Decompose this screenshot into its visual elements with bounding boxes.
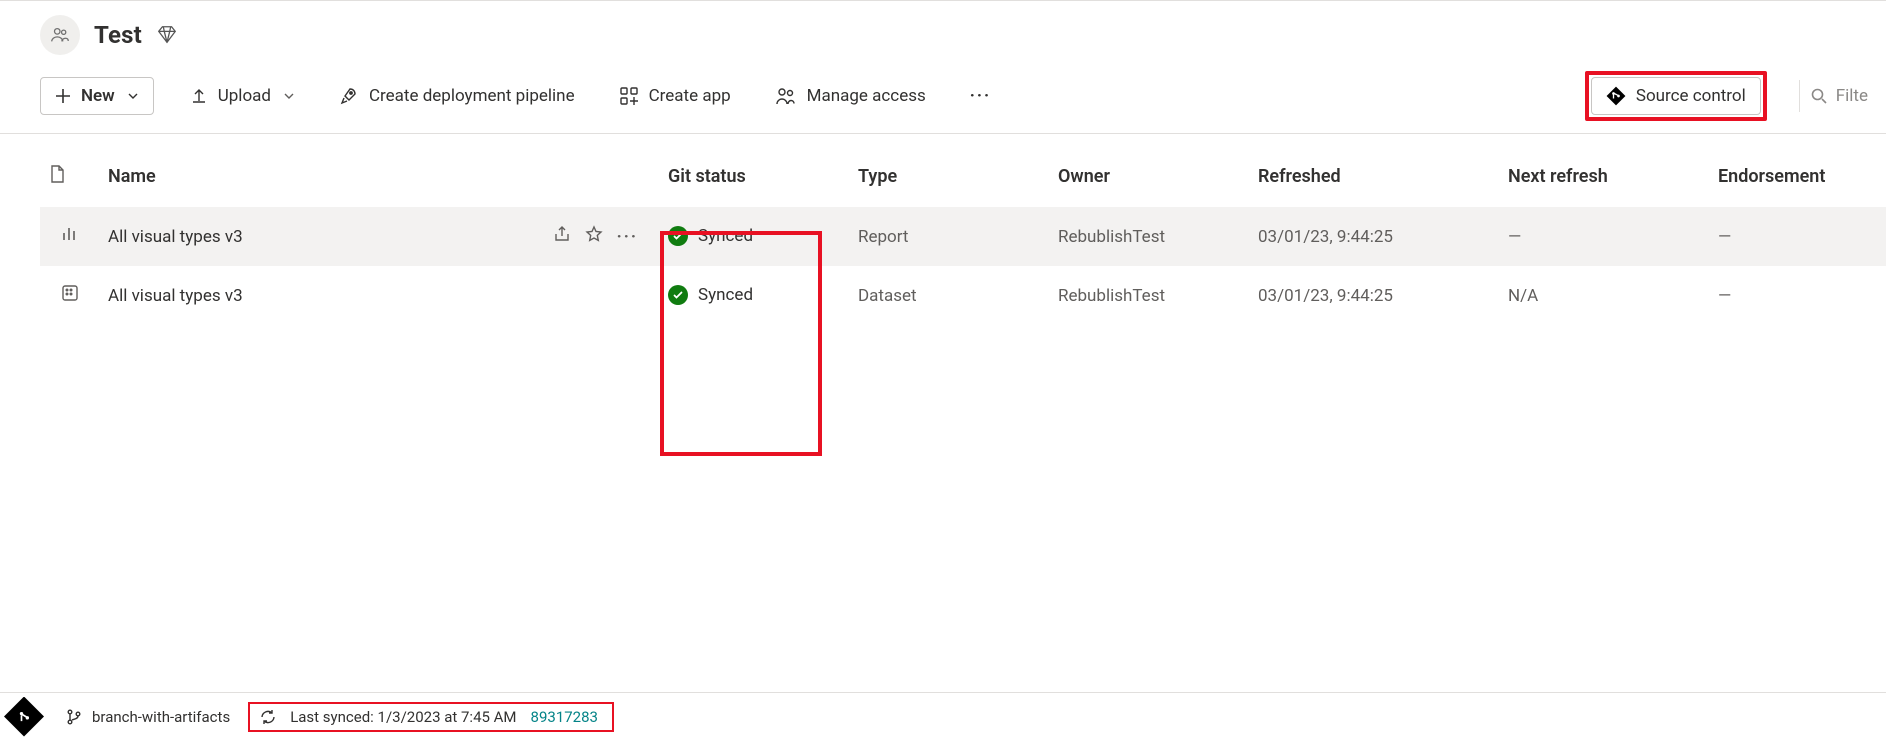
workspace-title: Test (94, 21, 142, 49)
manage-access-button[interactable]: Manage access (767, 80, 934, 112)
sync-status-highlight: Last synced: 1/3/2023 at 7:45 AM 8931728… (248, 702, 614, 732)
row-refreshed: 03/01/23, 9:44:25 (1250, 266, 1500, 325)
branch-icon (66, 709, 82, 725)
row-type: Report (850, 207, 1050, 266)
col-header-endorsement[interactable]: Endorsement (1710, 134, 1886, 207)
col-header-next[interactable]: Next refresh (1500, 134, 1710, 207)
git-icon (1606, 86, 1626, 106)
source-control-highlight: Source control (1585, 71, 1767, 121)
manage-access-button-label: Manage access (807, 86, 926, 106)
deploy-button-label: Create deployment pipeline (369, 86, 575, 106)
row-owner: RebublishTest (1050, 266, 1250, 325)
filter-input[interactable]: Filte (1799, 80, 1872, 112)
app-grid-icon (619, 86, 639, 106)
dataset-icon (61, 284, 79, 302)
row-type-icon (40, 207, 100, 266)
row-next-refresh: — (1500, 207, 1710, 266)
document-icon (48, 164, 66, 184)
filter-placeholder: Filte (1836, 86, 1868, 106)
synced-check-icon (668, 285, 688, 305)
col-header-icon (40, 134, 100, 207)
table-row[interactable]: All visual types v3 ··· SyncedReportRebubl… (40, 207, 1886, 266)
create-deployment-pipeline-button[interactable]: Create deployment pipeline (331, 80, 583, 112)
favorite-star-icon[interactable] (585, 225, 603, 248)
row-endorsement: — (1710, 266, 1886, 325)
items-table-wrap: Name Git status Type Owner Refreshed Nex… (0, 134, 1886, 325)
chevron-down-icon (283, 90, 295, 102)
items-table: Name Git status Type Owner Refreshed Nex… (40, 134, 1886, 325)
upload-icon (190, 87, 208, 105)
branch-name: branch-with-artifacts (92, 708, 230, 726)
table-header-row: Name Git status Type Owner Refreshed Nex… (40, 134, 1886, 207)
people-access-icon (775, 86, 797, 106)
new-button[interactable]: New (40, 77, 154, 115)
toolbar: New Upload Create deployment pipeline Cr… (0, 63, 1886, 134)
row-actions-cell: ··· (490, 207, 660, 266)
sync-icon[interactable] (260, 709, 276, 725)
create-app-button-label: Create app (649, 86, 731, 106)
plus-icon (55, 88, 71, 104)
create-app-button[interactable]: Create app (611, 80, 739, 112)
people-icon (49, 24, 71, 46)
col-header-actions (490, 134, 660, 207)
col-header-refreshed[interactable]: Refreshed (1250, 134, 1500, 207)
status-bar: branch-with-artifacts Last synced: 1/3/2… (0, 692, 1886, 740)
workspace-avatar (40, 15, 80, 55)
more-actions-button[interactable]: ··· (962, 80, 999, 112)
upload-button[interactable]: Upload (182, 80, 303, 112)
row-name[interactable]: All visual types v3 (100, 207, 490, 266)
row-actions-cell (490, 266, 660, 325)
row-owner: RebublishTest (1050, 207, 1250, 266)
report-icon (61, 225, 79, 243)
synced-check-icon (668, 226, 688, 246)
source-control-label: Source control (1636, 86, 1746, 106)
col-header-name[interactable]: Name (100, 134, 490, 207)
share-icon[interactable] (553, 225, 571, 248)
ellipsis-icon: ··· (970, 86, 991, 106)
commit-hash[interactable]: 89317283 (531, 708, 598, 726)
col-header-git[interactable]: Git status (660, 134, 850, 207)
col-header-owner[interactable]: Owner (1050, 134, 1250, 207)
row-type: Dataset (850, 266, 1050, 325)
row-endorsement: — (1710, 207, 1886, 266)
branch-indicator[interactable]: branch-with-artifacts (66, 708, 230, 726)
row-name[interactable]: All visual types v3 (100, 266, 490, 325)
col-header-type[interactable]: Type (850, 134, 1050, 207)
row-more-icon[interactable]: ··· (617, 227, 638, 247)
git-diamond-icon (4, 697, 44, 737)
row-next-refresh: N/A (1500, 266, 1710, 325)
rocket-icon (339, 86, 359, 106)
premium-diamond-icon (156, 24, 178, 46)
chevron-down-icon (127, 90, 139, 102)
row-refreshed: 03/01/23, 9:44:25 (1250, 207, 1500, 266)
new-button-label: New (81, 86, 115, 106)
row-git-status: Synced (660, 266, 850, 325)
source-control-button[interactable]: Source control (1591, 77, 1761, 115)
row-git-status: Synced (660, 207, 850, 266)
upload-button-label: Upload (218, 86, 271, 106)
table-row[interactable]: All visual types v3 SyncedDatasetRebublis… (40, 266, 1886, 325)
search-icon (1810, 87, 1828, 105)
last-synced-text: Last synced: 1/3/2023 at 7:45 AM (290, 708, 516, 726)
workspace-header: Test (0, 1, 1886, 63)
row-type-icon (40, 266, 100, 325)
